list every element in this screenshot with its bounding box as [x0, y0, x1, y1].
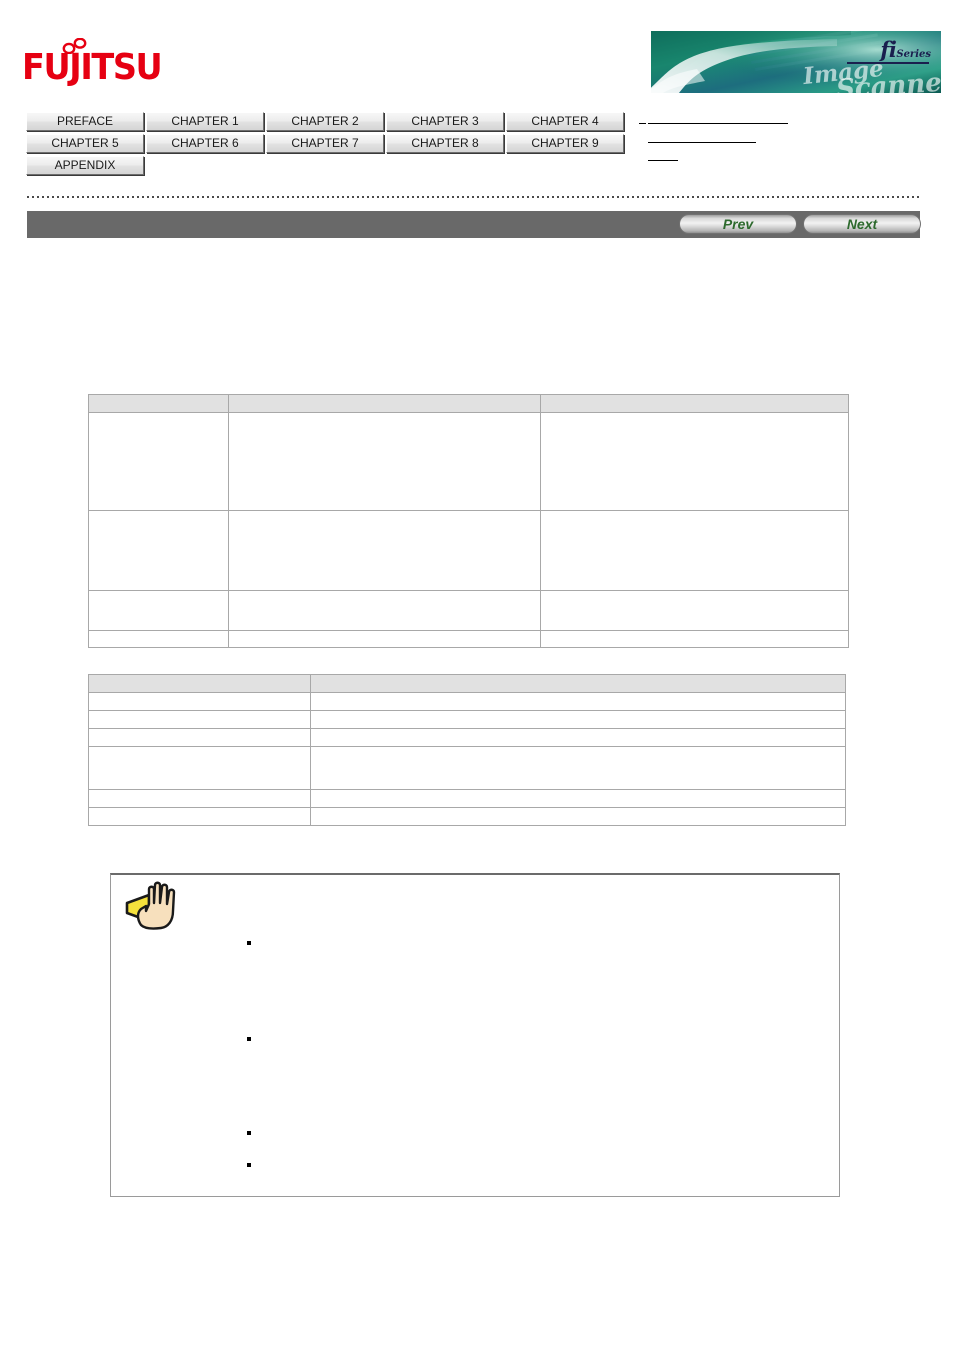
table-cell: [88, 710, 311, 729]
table-header-cell: [540, 394, 849, 413]
fi-series-banner: Image Scanner fiSeries: [651, 31, 941, 93]
table-header-cell: [310, 674, 846, 693]
link-rule-1[interactable]: [648, 123, 788, 124]
table-cell: [88, 807, 311, 826]
table-header-cell: [88, 394, 229, 413]
page-navigation-toolbar: Prev Next: [27, 211, 921, 238]
table-cell: [310, 710, 846, 729]
table-cell: [540, 412, 849, 511]
table-header-row: [88, 674, 846, 693]
table-row: [88, 746, 846, 790]
table-row: [88, 692, 846, 711]
table-header-cell: [228, 394, 541, 413]
table-cell: [88, 692, 311, 711]
specification-table: [88, 394, 849, 648]
note-bullet: [247, 1163, 251, 1167]
chapter-nav-row-2: CHAPTER 5 CHAPTER 6 CHAPTER 7 CHAPTER 8 …: [26, 134, 686, 153]
nav-button-chapter-5[interactable]: CHAPTER 5: [26, 134, 144, 153]
link-rule-3[interactable]: [648, 160, 678, 161]
table-cell: [228, 510, 541, 591]
table-row: [88, 807, 846, 826]
nav-button-chapter-9[interactable]: CHAPTER 9: [506, 134, 624, 153]
nav-button-chapter-3[interactable]: CHAPTER 3: [386, 112, 504, 131]
table-cell: [310, 746, 846, 790]
table-cell: [88, 728, 311, 747]
table-cell: [228, 412, 541, 511]
table-cell: [540, 630, 849, 648]
nav-button-chapter-7[interactable]: CHAPTER 7: [266, 134, 384, 153]
chapter-nav-row-1: PREFACE CHAPTER 1 CHAPTER 2 CHAPTER 3 CH…: [26, 112, 686, 131]
table-cell: [310, 807, 846, 826]
note-bullet: [247, 1037, 251, 1041]
nav-button-chapter-2[interactable]: CHAPTER 2: [266, 112, 384, 131]
table-cell: [88, 590, 229, 631]
table-cell: [88, 789, 311, 808]
nav-button-chapter-6[interactable]: CHAPTER 6: [146, 134, 264, 153]
table-cell: [228, 630, 541, 648]
link-rule-2[interactable]: [648, 142, 756, 143]
nav-button-chapter-4[interactable]: CHAPTER 4: [506, 112, 624, 131]
attention-hand-icon: [125, 881, 176, 930]
fujitsu-logo-text: FUJITSU: [22, 47, 163, 88]
nav-button-appendix[interactable]: APPENDIX: [26, 156, 144, 175]
table-row: [88, 590, 849, 631]
attention-note-box: [110, 873, 840, 1197]
table-cell: [310, 789, 846, 808]
dotted-divider: [27, 196, 920, 198]
nav-button-preface[interactable]: PREFACE: [26, 112, 144, 131]
banner-underline: [847, 62, 929, 64]
next-button[interactable]: Next: [803, 214, 921, 234]
note-bullet: [247, 941, 251, 945]
table-row: [88, 710, 846, 729]
fujitsu-logo: FUJITSU: [22, 38, 212, 94]
table-cell: [310, 728, 846, 747]
table-cell: [228, 590, 541, 631]
table-header-cell: [88, 674, 311, 693]
table-cell: [540, 510, 849, 591]
link-rule-dash: [639, 123, 646, 124]
table-row: [88, 510, 849, 591]
table-header-row: [88, 394, 849, 413]
chapter-nav-row-3: APPENDIX: [26, 156, 686, 175]
note-bullet: [247, 1131, 251, 1135]
nav-button-chapter-8[interactable]: CHAPTER 8: [386, 134, 504, 153]
table-row: [88, 728, 846, 747]
prev-button[interactable]: Prev: [679, 214, 797, 234]
table-cell: [88, 510, 229, 591]
table-cell: [310, 692, 846, 711]
table-cell: [88, 746, 311, 790]
options-table: [88, 674, 846, 826]
banner-series-suffix: Series: [896, 49, 931, 60]
table-row: [88, 412, 849, 511]
table-row: [88, 789, 846, 808]
table-cell: [540, 590, 849, 631]
table-row: [88, 630, 849, 648]
table-cell: [88, 630, 229, 648]
banner-series-label: fiSeries: [880, 39, 931, 60]
banner-series-main: fi: [880, 37, 897, 62]
chapter-navigation: PREFACE CHAPTER 1 CHAPTER 2 CHAPTER 3 CH…: [26, 112, 686, 178]
table-cell: [88, 412, 229, 511]
nav-button-chapter-1[interactable]: CHAPTER 1: [146, 112, 264, 131]
